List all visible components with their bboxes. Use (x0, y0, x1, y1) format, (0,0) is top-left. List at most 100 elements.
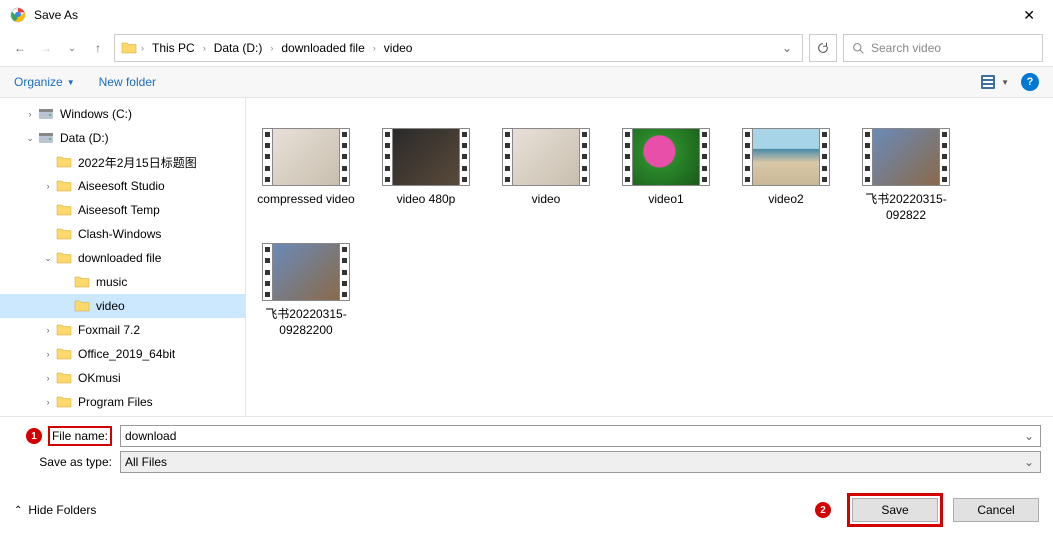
breadcrumb-this-pc[interactable]: This PC (148, 41, 199, 55)
cancel-button[interactable]: Cancel (953, 498, 1039, 522)
address-dropdown[interactable]: ⌄ (778, 41, 796, 55)
tree-item-label: downloaded file (78, 251, 161, 265)
tree-item-music[interactable]: music (0, 270, 245, 294)
file-item[interactable]: video2 (736, 128, 836, 223)
breadcrumb-video[interactable]: video (380, 41, 417, 55)
file-item[interactable]: video1 (616, 128, 716, 223)
folder-icon (56, 370, 72, 386)
save-button[interactable]: Save (852, 498, 938, 522)
tree-item-clash-windows[interactable]: Clash-Windows (0, 222, 245, 246)
expand-toggle[interactable]: › (22, 109, 38, 119)
tree-item-label: Aiseesoft Studio (78, 179, 165, 193)
video-thumbnail (862, 128, 950, 186)
toolbar: Organize ▼ New folder ▼ ? (0, 66, 1053, 98)
folder-icon (121, 40, 137, 56)
back-button[interactable]: ← (10, 38, 30, 58)
breadcrumb-data-d[interactable]: Data (D:) (210, 41, 267, 55)
tree-item-office-2019-64bit[interactable]: ›Office_2019_64bit (0, 342, 245, 366)
folder-tree[interactable]: › Windows (C:) ⌄Data (D:)2022年2月15日标题图 › Ais… (0, 98, 246, 416)
file-item[interactable]: 飞书20220315-092822 (856, 128, 956, 223)
folder-icon (56, 346, 72, 362)
chevron-right-icon: › (373, 43, 376, 53)
file-item[interactable]: compressed video (256, 128, 356, 223)
tree-item-windows-c-[interactable]: › Windows (C:) (0, 102, 245, 126)
folder-icon (74, 274, 90, 290)
nav-row: ← → ⌄ ↑ › This PC › Data (D:) › download… (0, 30, 1053, 66)
tree-item-label: Windows (C:) (60, 107, 132, 121)
savetype-value: All Files (125, 455, 1022, 469)
tree-item-aiseesoft-studio[interactable]: › Aiseesoft Studio (0, 174, 245, 198)
folder-icon (56, 322, 72, 338)
tree-item-label: Foxmail 7.2 (78, 323, 140, 337)
view-options-button[interactable]: ▼ (981, 75, 1009, 89)
breadcrumb-downloaded-file[interactable]: downloaded file (277, 41, 368, 55)
close-button[interactable]: ✕ (1015, 3, 1043, 28)
folder-icon (56, 226, 72, 242)
callout-1: 1 (26, 428, 42, 444)
tree-item-label: Program Files (78, 395, 153, 409)
video-thumbnail (262, 243, 350, 301)
video-thumbnail (502, 128, 590, 186)
folder-icon (74, 298, 90, 314)
file-list[interactable]: compressed video video 480p video video1 vid… (246, 98, 1053, 416)
file-item[interactable]: 飞书20220315-09282200 (256, 243, 356, 338)
video-thumbnail (262, 128, 350, 186)
recent-dropdown[interactable]: ⌄ (62, 38, 82, 58)
organize-menu[interactable]: Organize ▼ (14, 75, 75, 89)
tree-item-video[interactable]: video (0, 294, 245, 318)
search-placeholder: Search video (871, 41, 941, 55)
tree-item-label: music (96, 275, 127, 289)
window-title: Save As (34, 8, 1015, 22)
folder-icon (56, 394, 72, 410)
file-name: video1 (648, 192, 683, 208)
hide-folders-toggle[interactable]: ⌃ Hide Folders (14, 503, 96, 517)
filename-field[interactable] (125, 429, 1022, 443)
folder-icon (56, 178, 72, 194)
tree-item-aiseesoft-temp[interactable]: Aiseesoft Temp (0, 198, 245, 222)
tree-item-label: OKmusi (78, 371, 121, 385)
help-button[interactable]: ? (1021, 73, 1039, 91)
hide-folders-label: Hide Folders (28, 503, 96, 517)
video-thumbnail (742, 128, 830, 186)
expand-toggle[interactable]: › (40, 181, 56, 191)
expand-toggle[interactable]: › (40, 373, 56, 383)
savetype-select[interactable]: All Files ⌄ (120, 451, 1041, 473)
up-button[interactable]: ↑ (88, 38, 108, 58)
file-name: compressed video (257, 192, 354, 208)
filename-dropdown[interactable]: ⌄ (1022, 429, 1036, 443)
file-item[interactable]: video (496, 128, 596, 223)
forward-button[interactable]: → (36, 38, 56, 58)
chevron-down-icon: ▼ (1001, 78, 1009, 87)
file-name: 飞书20220315-09282200 (256, 307, 356, 338)
chrome-icon (10, 7, 26, 23)
tree-item-foxmail-7-2[interactable]: › Foxmail 7.2 (0, 318, 245, 342)
filename-input[interactable]: ⌄ (120, 425, 1041, 447)
savetype-dropdown[interactable]: ⌄ (1022, 455, 1036, 469)
expand-toggle[interactable]: ⌄ (22, 133, 38, 144)
file-name: video2 (768, 192, 803, 208)
file-name: video (532, 192, 561, 208)
refresh-button[interactable] (809, 34, 837, 62)
file-name: 飞书20220315-092822 (856, 192, 956, 223)
tree-item-2022-2-15-[interactable]: 2022年2月15日标题图 (0, 150, 245, 174)
file-name: video 480p (397, 192, 456, 208)
new-folder-button[interactable]: New folder (99, 75, 156, 89)
tree-item-program-files[interactable]: › Program Files (0, 390, 245, 414)
tree-item-downloaded-file[interactable]: ⌄ downloaded file (0, 246, 245, 270)
tree-item-data-d-[interactable]: ⌄Data (D:) (0, 126, 245, 150)
folder-icon (56, 250, 72, 266)
expand-toggle[interactable]: › (40, 397, 56, 407)
chevron-right-icon: › (203, 43, 206, 53)
folder-icon (56, 202, 72, 218)
chevron-up-icon: ⌃ (14, 505, 22, 516)
main-area: › Windows (C:) ⌄Data (D:)2022年2月15日标题图 › Ais… (0, 98, 1053, 416)
file-item[interactable]: video 480p (376, 128, 476, 223)
expand-toggle[interactable]: ⌄ (40, 253, 56, 264)
expand-toggle[interactable]: › (40, 349, 56, 359)
chevron-down-icon: ▼ (67, 78, 75, 87)
tree-item-okmusi[interactable]: › OKmusi (0, 366, 245, 390)
address-bar[interactable]: › This PC › Data (D:) › downloaded file … (114, 34, 803, 62)
save-highlight: Save (847, 493, 943, 527)
expand-toggle[interactable]: › (40, 325, 56, 335)
search-box[interactable]: Search video (843, 34, 1043, 62)
